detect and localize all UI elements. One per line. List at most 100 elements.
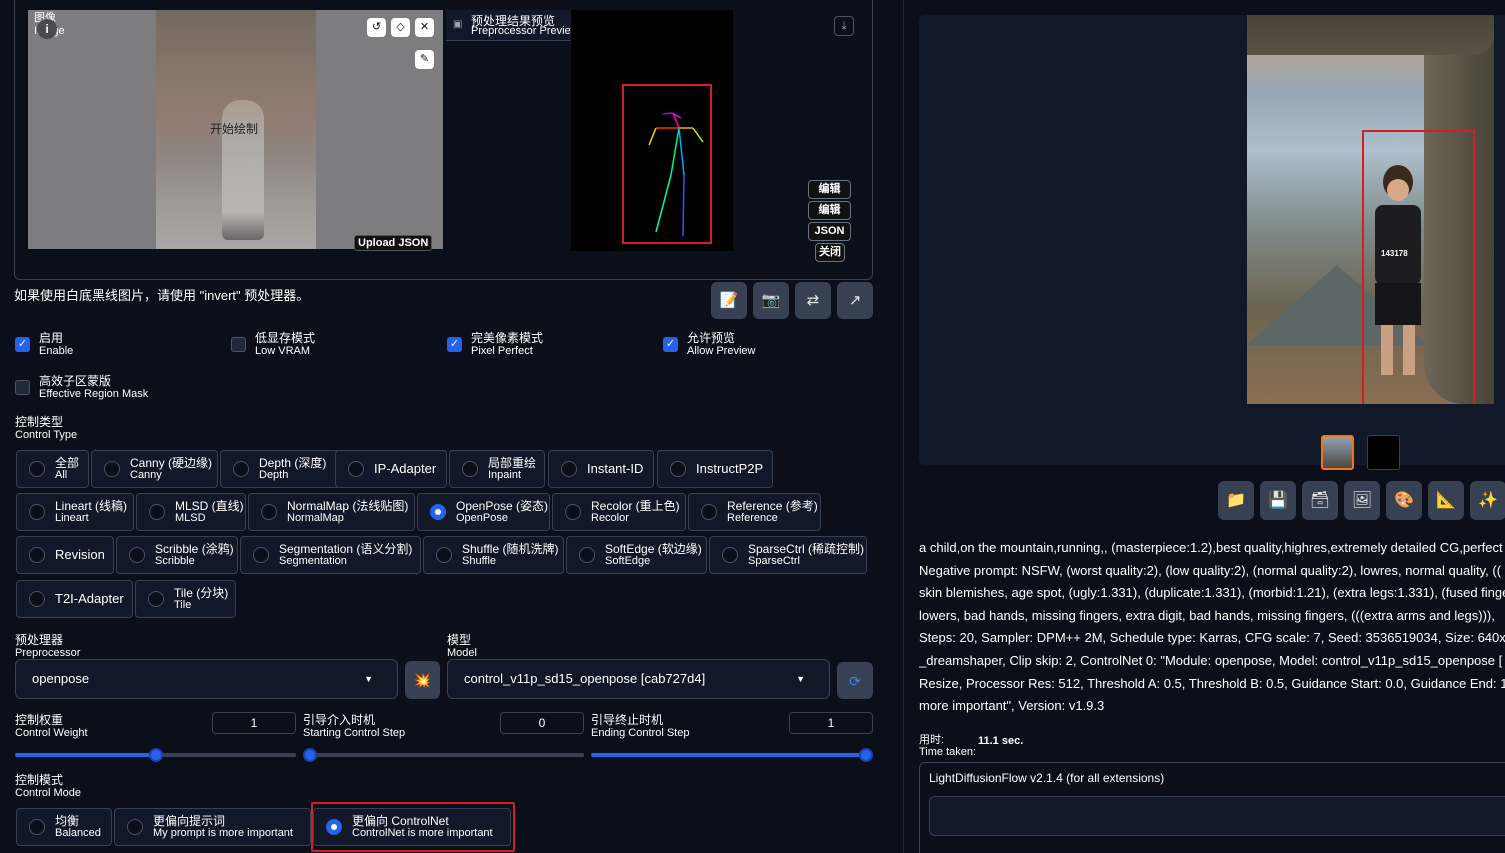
palette-icon[interactable]: 🎨 [1386, 481, 1422, 520]
control-type-option[interactable]: Recolor (重上色) Recolor [552, 493, 686, 531]
info-icon[interactable]: i [37, 19, 57, 39]
controlnet-panel: 图像Image i 开始绘制 ↺ ◇ ✕ ✎ Upload JSON ▣ 预处理… [0, 0, 885, 853]
undo-icon[interactable]: ↺ [367, 18, 386, 37]
radio-dot [430, 504, 446, 520]
caret-down-icon: ▼ [364, 674, 373, 684]
radio-dot [149, 504, 165, 520]
ruler-icon[interactable]: 📐 [1428, 481, 1464, 520]
output-gallery: 143178 [919, 15, 1505, 470]
control-type-option[interactable]: Scribble (涂鸦) Scribble [116, 536, 238, 574]
send-icon[interactable]: ↗ [837, 282, 873, 319]
download-icon[interactable]: ⤓ [834, 16, 854, 36]
region-mask-checkbox[interactable]: 高效子区蒙版 Effective Region Mask [15, 375, 148, 401]
control-weight-input[interactable]: 1 [212, 712, 296, 734]
brush-icon[interactable]: ✎ [415, 50, 434, 69]
control-type-option[interactable]: Reference (参考) Reference [688, 493, 821, 531]
run-preprocessor-icon[interactable]: 💥 [405, 661, 440, 699]
control-type-option[interactable]: Revision [16, 536, 114, 574]
start-step-slider[interactable] [303, 753, 584, 757]
upload-json-button[interactable]: Upload JSON [354, 235, 433, 251]
radio-dot [579, 547, 595, 563]
control-type-option[interactable]: Shuffle (随机洗牌) Shuffle [423, 536, 564, 574]
start-step-input[interactable]: 0 [500, 712, 584, 734]
eraser-icon[interactable]: ◇ [391, 18, 410, 37]
invert-hint: 如果使用白底黑线图片，请使用 "invert" 预处理器。 [14, 288, 310, 303]
control-type-option[interactable]: InstructP2P [657, 450, 773, 488]
edit-button-2[interactable]: 编辑 [808, 201, 851, 220]
ldf-input[interactable] [929, 796, 1505, 836]
radio-dot [127, 819, 143, 835]
image-icon[interactable]: 🖼 [1344, 481, 1380, 520]
control-type-option[interactable]: T2I-Adapter [16, 580, 133, 618]
edit-button-1[interactable]: 编辑 [808, 180, 851, 199]
control-mode-option[interactable]: 均衡 Balanced [16, 808, 112, 846]
control-type-option[interactable]: Segmentation (语义分割) Segmentation [240, 536, 421, 574]
radio-dot [29, 504, 45, 520]
radio-dot [129, 547, 145, 563]
radio-dot [565, 504, 581, 520]
output-image[interactable]: 143178 [1247, 15, 1494, 404]
end-step-slider[interactable] [591, 753, 873, 757]
info-line: Steps: 20, Sampler: DPM++ 2M, Schedule t… [919, 630, 1505, 646]
radio-dot [436, 547, 452, 563]
control-type-option[interactable]: 局部重绘 Inpaint [449, 450, 545, 488]
model-label: 模型 Model [447, 633, 477, 660]
control-mode-option[interactable]: 更偏向提示词 My prompt is more important [114, 808, 311, 846]
thumbnail-pose[interactable] [1367, 435, 1400, 470]
preprocessor-dropdown[interactable]: openpose ▼ [15, 659, 398, 699]
info-line: more important", Version: v1.9.3 [919, 698, 1105, 714]
radio-dot [253, 547, 269, 563]
control-type-option[interactable]: IP-Adapter [335, 450, 447, 488]
camera-icon[interactable]: 📷 [753, 282, 789, 319]
info-line: a child,on the mountain,running,, (maste… [919, 540, 1503, 555]
radio-dot [29, 547, 45, 563]
start-step-label: 引导介入时机 Starting Control Step [303, 713, 406, 740]
radio-dot [148, 591, 164, 607]
control-mode-label: 控制模式 Control Mode [15, 773, 82, 800]
slider-handle[interactable] [859, 748, 873, 762]
pixel-perfect-checkbox[interactable]: ✓ 完美像素模式 Pixel Perfect [447, 332, 543, 358]
radio-dot [722, 547, 738, 563]
control-type-option[interactable]: Depth (深度) Depth [220, 450, 346, 488]
control-type-option[interactable]: Tile (分块) Tile [135, 580, 236, 618]
start-drawing-text: 开始绘制 [210, 122, 259, 136]
control-type-option[interactable]: MLSD (直线) MLSD [136, 493, 246, 531]
control-type-option[interactable]: NormalMap (法线贴图) NormalMap [248, 493, 415, 531]
image-icon: ▣ [453, 19, 463, 30]
highlight-box [311, 802, 515, 852]
radio-dot [29, 591, 45, 607]
control-type-option[interactable]: 全部 All [16, 450, 89, 488]
json-button[interactable]: JSON [808, 222, 851, 241]
time-value: 11.1 sec. [978, 735, 1024, 747]
archive-icon[interactable]: 🗃 [1302, 481, 1338, 520]
control-type-option[interactable]: OpenPose (姿态) OpenPose [417, 493, 550, 531]
control-type-option[interactable]: SparseCtrl (稀疏控制) SparseCtrl [709, 536, 867, 574]
swap-icon[interactable]: ⇄ [795, 282, 831, 319]
close-icon[interactable]: ✕ [415, 18, 434, 37]
control-type-option[interactable]: Canny (硬边缘) Canny [91, 450, 218, 488]
save-icon[interactable]: 💾 [1260, 481, 1296, 520]
slider-handle[interactable] [303, 748, 317, 762]
folder-icon[interactable]: 📁 [1218, 481, 1254, 520]
radio-dot [29, 819, 45, 835]
refresh-icon[interactable]: ⟳ [837, 662, 873, 699]
enable-checkbox[interactable]: ✓ 启用 Enable [15, 332, 73, 358]
thumbnail-output[interactable] [1321, 435, 1354, 470]
low-vram-checkbox[interactable]: 低显存模式 Low VRAM [231, 332, 315, 358]
end-step-label: 引导终止时机 Ending Control Step [591, 713, 690, 740]
lightdiffusionflow-panel: LightDiffusionFlow v2.1.4 (for all exten… [919, 762, 1505, 853]
pose-preview-image [571, 10, 733, 251]
control-type-option[interactable]: Instant-ID [548, 450, 654, 488]
allow-preview-checkbox[interactable]: ✓ 允许预览 Allow Preview [663, 332, 755, 358]
control-type-option[interactable]: Lineart (线稿) Lineart [16, 493, 134, 531]
end-step-input[interactable]: 1 [789, 712, 873, 734]
radio-dot [104, 461, 120, 477]
slider-handle[interactable] [148, 748, 163, 762]
control-type-option[interactable]: SoftEdge (软边缘) SoftEdge [566, 536, 707, 574]
close-preview-button[interactable]: 关闭 [815, 243, 845, 262]
sparkle-icon[interactable]: ✨ [1470, 481, 1505, 520]
radio-dot [261, 504, 277, 520]
document-icon[interactable]: 📝 [711, 282, 747, 319]
model-dropdown[interactable]: control_v11p_sd15_openpose [cab727d4] ▼ [447, 659, 830, 699]
preview-label: ▣ 预处理结果预览 Preprocessor Preview [446, 10, 589, 41]
